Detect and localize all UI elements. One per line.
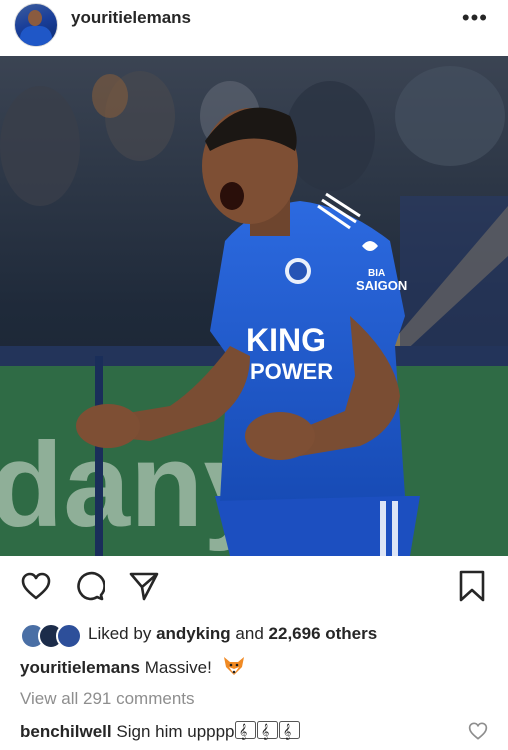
view-all-comments-link[interactable]: View all 291 comments: [20, 689, 195, 709]
comment-username[interactable]: benchilwell: [20, 722, 112, 741]
liker-avatars: [20, 622, 82, 649]
jersey-sponsor-line1: KING: [246, 322, 326, 358]
bookmark-icon[interactable]: [452, 566, 492, 606]
likes-user[interactable]: andyking: [156, 624, 231, 644]
player-photo-illustration: dany KING POWER BIA SAIGON: [0, 56, 508, 556]
svg-text:𝄞: 𝄞: [261, 724, 269, 740]
caption-text: Massive!: [144, 658, 212, 677]
share-icon[interactable]: [124, 566, 164, 606]
heart-icon[interactable]: [16, 566, 56, 606]
action-bar: [0, 566, 508, 610]
comment-like-icon[interactable]: [468, 722, 490, 744]
jersey-sponsor-line2: POWER: [250, 359, 333, 384]
likes-connector: and: [235, 624, 264, 643]
likes-row[interactable]: Liked by andyking and 22,696 others: [20, 622, 378, 649]
sleeve-sponsor-line2: SAIGON: [356, 278, 407, 293]
caption: youritielemans Massive!: [20, 656, 245, 681]
comment-icon[interactable]: [70, 566, 110, 606]
svg-text:𝄞: 𝄞: [283, 724, 291, 740]
post-header: youritielemans •••: [0, 0, 508, 56]
likes-prefix: Liked by: [88, 624, 152, 643]
comment-text: Sign him upppp: [116, 722, 235, 741]
comment-item: benchilwell Sign him upppp 𝄞 𝄞 𝄞: [20, 720, 460, 745]
post-username[interactable]: youritielemans: [71, 8, 191, 28]
fox-icon: [223, 656, 245, 681]
avatar: [56, 623, 82, 649]
post-photo[interactable]: dany KING POWER BIA SAIGON: [0, 56, 508, 556]
music-notes-icon: 𝄞 𝄞 𝄞: [234, 720, 301, 745]
likes-others[interactable]: 22,696 others: [269, 624, 378, 644]
more-options-icon[interactable]: •••: [462, 5, 488, 31]
avatar[interactable]: [14, 3, 58, 47]
svg-text:𝄞: 𝄞: [239, 724, 247, 740]
caption-username[interactable]: youritielemans: [20, 658, 140, 677]
